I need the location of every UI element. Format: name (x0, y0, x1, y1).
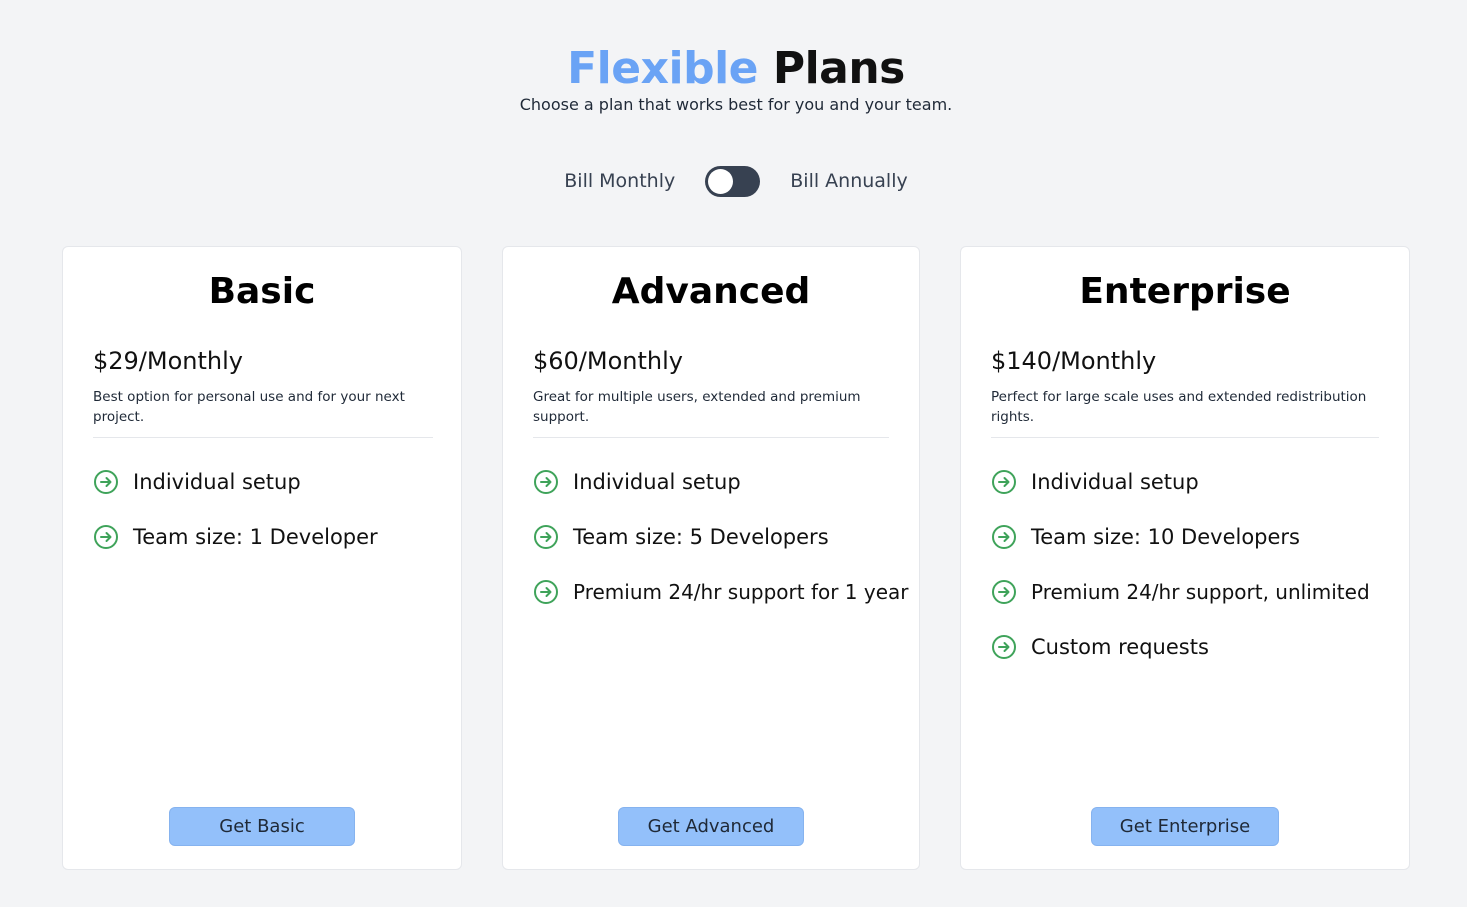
feature-list: Individual setup Team size: 1 Developer (93, 467, 378, 577)
feature-list: Individual setup Team size: 5 Developers… (533, 467, 909, 632)
divider (991, 437, 1379, 438)
page-title: Flexible Plans (0, 40, 1467, 98)
plan-description: Perfect for large scale uses and extende… (991, 389, 1367, 425)
bill-monthly-label[interactable]: Bill Monthly (564, 165, 675, 197)
feature-label: Custom requests (1031, 635, 1209, 659)
feature-list: Individual setup Team size: 10 Developer… (991, 467, 1370, 687)
arrow-right-circle-icon (94, 470, 118, 494)
arrow-right-circle-icon (534, 525, 558, 549)
arrow-right-circle-icon (992, 525, 1016, 549)
feature-item: Team size: 10 Developers (991, 522, 1370, 552)
plan-card-basic: Basic $29/Monthly Best option for person… (62, 246, 462, 870)
feature-item: Individual setup (93, 467, 378, 497)
billing-toggle[interactable] (705, 165, 761, 197)
plan-name: Advanced (611, 271, 811, 312)
arrow-right-circle-icon (534, 470, 558, 494)
arrow-right-circle-icon (534, 580, 558, 604)
feature-label: Team size: 1 Developer (133, 525, 378, 549)
feature-item: Team size: 5 Developers (533, 522, 909, 552)
arrow-right-circle-icon (992, 635, 1016, 659)
arrow-right-circle-icon (992, 580, 1016, 604)
plan-name: Basic (208, 271, 316, 312)
page-title-rest: Plans (758, 43, 906, 94)
divider (93, 437, 433, 438)
page-title-accent: Flexible (567, 43, 758, 94)
plan-description: Great for multiple users, extended and p… (533, 389, 861, 425)
feature-item: Premium 24/hr support for 1 year (533, 577, 909, 607)
feature-label: Team size: 10 Developers (1031, 525, 1300, 549)
plan-price: $140/Monthly (991, 347, 1157, 375)
feature-label: Team size: 5 Developers (573, 525, 829, 549)
feature-label: Individual setup (1031, 470, 1199, 494)
feature-label: Premium 24/hr support for 1 year (573, 580, 909, 604)
toggle-knob (708, 168, 734, 194)
plan-price: $29/Monthly (93, 347, 243, 375)
feature-item: Individual setup (991, 467, 1370, 497)
billing-toggle-group: Bill Monthly Bill Annually (0, 165, 1467, 197)
plan-price: $60/Monthly (533, 347, 683, 375)
plan-name: Enterprise (1079, 271, 1291, 312)
bill-annually-label[interactable]: Bill Annually (790, 165, 907, 197)
arrow-right-circle-icon (94, 525, 118, 549)
feature-label: Individual setup (133, 470, 301, 494)
feature-label: Individual setup (573, 470, 741, 494)
get-advanced-button[interactable]: Get Advanced (618, 807, 804, 846)
arrow-right-circle-icon (992, 470, 1016, 494)
divider (533, 437, 889, 438)
feature-item: Premium 24/hr support, unlimited (991, 577, 1370, 607)
feature-item: Individual setup (533, 467, 909, 497)
feature-item: Custom requests (991, 632, 1370, 662)
get-basic-button[interactable]: Get Basic (169, 807, 355, 846)
feature-item: Team size: 1 Developer (93, 522, 378, 552)
plan-card-enterprise: Enterprise $140/Monthly Perfect for larg… (960, 246, 1410, 870)
page-subtitle: Choose a plan that works best for you an… (519, 95, 953, 114)
plan-description: Best option for personal use and for you… (93, 389, 405, 425)
feature-label: Premium 24/hr support, unlimited (1031, 580, 1370, 604)
get-enterprise-button[interactable]: Get Enterprise (1091, 807, 1279, 846)
plan-card-advanced: Advanced $60/Monthly Great for multiple … (502, 246, 920, 870)
